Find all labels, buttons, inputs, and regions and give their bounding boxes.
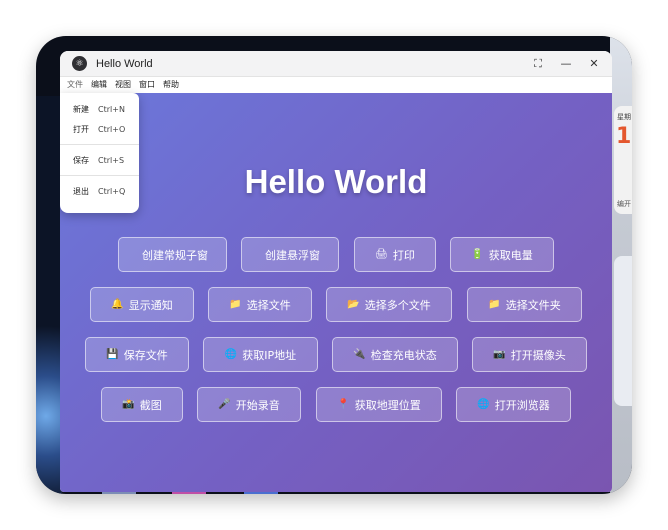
get-battery-button[interactable]: 🔋 获取电量 xyxy=(450,237,554,272)
button-label: 获取电量 xyxy=(488,248,533,262)
button-label: 获取地理位置 xyxy=(354,398,421,412)
minimize-button[interactable]: — xyxy=(552,51,580,77)
globe-icon: 🌐 xyxy=(477,399,490,410)
title-bar[interactable]: ⚛ Hello World ⛶ — ✕ xyxy=(60,51,612,77)
button-label: 获取IP地址 xyxy=(242,348,297,362)
close-icon: ✕ xyxy=(589,57,599,70)
menu-item-label: 保存 xyxy=(73,155,89,165)
menu-edit[interactable]: 编辑 xyxy=(87,78,111,92)
select-folder-button[interactable]: 📁 选择文件夹 xyxy=(467,287,582,322)
plug-icon: 🔌 xyxy=(353,349,366,360)
calendar-widget-footer: 编开 xyxy=(617,200,631,208)
menu-item-label: 打开 xyxy=(73,124,89,134)
restore-icon: ⛶ xyxy=(534,56,542,70)
window-title: Hello World xyxy=(96,57,153,70)
menu-item-shortcut: Ctrl+N xyxy=(98,104,125,114)
camera-flash-icon: 📸 xyxy=(122,399,135,410)
main-content: Hello World 创建常规子窗 创建悬浮窗 🖨 打印 🔋 获取电量 🔔 显… xyxy=(60,93,612,492)
menu-bar: 文件 编辑 视图 窗口 帮助 xyxy=(60,77,612,93)
button-label: 创建悬浮窗 xyxy=(265,248,320,262)
bell-icon: 🔔 xyxy=(111,299,124,310)
menu-item-shortcut: Ctrl+Q xyxy=(98,186,126,196)
button-label: 创建常规子窗 xyxy=(142,248,208,262)
app-window: ⚛ Hello World ⛶ — ✕ 文件 编辑 视图 窗口 帮助 Hello… xyxy=(60,51,612,492)
screenshot-button[interactable]: 📸 截图 xyxy=(101,387,183,422)
button-label: 选择文件夹 xyxy=(505,298,561,312)
button-label: 选择多个文件 xyxy=(364,298,431,312)
button-label: 显示通知 xyxy=(128,298,173,312)
restore-button[interactable]: ⛶ xyxy=(524,51,552,77)
folder-icon: 📁 xyxy=(229,299,242,310)
calendar-widget-label: 星期 xyxy=(617,113,631,121)
save-file-button[interactable]: 💾 保存文件 xyxy=(85,337,189,372)
button-label: 保存文件 xyxy=(123,348,168,362)
open-camera-button[interactable]: 📷 打开摄像头 xyxy=(472,337,587,372)
floppy-disk-icon: 💾 xyxy=(106,349,119,360)
button-label: 选择文件 xyxy=(246,298,291,312)
menu-item-quit[interactable]: 退出 Ctrl+Q xyxy=(60,181,139,201)
button-label: 打开浏览器 xyxy=(494,398,550,412)
menu-item-open[interactable]: 打开 Ctrl+O xyxy=(60,119,139,139)
desktop-wallpaper xyxy=(36,96,62,494)
pin-icon: 📍 xyxy=(337,399,350,410)
button-label: 打开摄像头 xyxy=(510,348,566,362)
file-menu-dropdown: 新建 Ctrl+N 打开 Ctrl+O 保存 Ctrl+S 退出 Ctrl+Q xyxy=(60,93,139,213)
menu-separator xyxy=(60,175,139,176)
button-label: 检查充电状态 xyxy=(370,348,437,362)
menu-window[interactable]: 窗口 xyxy=(135,78,159,92)
button-label: 开始录音 xyxy=(235,398,280,412)
electron-icon: ⚛ xyxy=(72,56,87,71)
menu-item-label: 新建 xyxy=(73,104,89,114)
globe-icon: 🌐 xyxy=(224,349,238,360)
open-browser-button[interactable]: 🌐 打开浏览器 xyxy=(456,387,571,422)
button-label: 打印 xyxy=(392,248,415,262)
menu-view[interactable]: 视图 xyxy=(111,78,135,92)
menu-item-new[interactable]: 新建 Ctrl+N xyxy=(60,99,139,119)
menu-item-save[interactable]: 保存 Ctrl+S xyxy=(60,150,139,170)
menu-help[interactable]: 帮助 xyxy=(159,78,183,92)
create-floating-window-button[interactable]: 创建悬浮窗 xyxy=(241,237,339,272)
menu-separator xyxy=(60,144,139,145)
camera-icon: 📷 xyxy=(493,349,506,360)
get-location-button[interactable]: 📍 获取地理位置 xyxy=(316,387,442,422)
button-label: 截图 xyxy=(139,398,162,412)
create-child-window-button[interactable]: 创建常规子窗 xyxy=(118,237,227,272)
menu-item-shortcut: Ctrl+S xyxy=(98,155,125,165)
select-multiple-files-button[interactable]: 📂 选择多个文件 xyxy=(326,287,452,322)
desktop-widget[interactable] xyxy=(614,256,632,406)
show-notification-button[interactable]: 🔔 显示通知 xyxy=(90,287,194,322)
printer-icon: 🖨 xyxy=(375,249,388,260)
calendar-widget[interactable]: 星期 1 编开 xyxy=(614,106,632,214)
start-recording-button[interactable]: 🎤 开始录音 xyxy=(197,387,301,422)
menu-item-shortcut: Ctrl+O xyxy=(98,124,126,134)
print-button[interactable]: 🖨 打印 xyxy=(354,237,436,272)
menu-file[interactable]: 文件 xyxy=(63,78,87,92)
device-frame: 星期 1 编开 ⚛ Hello World ⛶ — ✕ 文件 编辑 视图 窗口 … xyxy=(36,36,632,494)
page-title: Hello World xyxy=(244,163,428,200)
calendar-widget-number: 1 xyxy=(616,124,632,149)
open-folder-icon: 📂 xyxy=(347,299,360,310)
get-ip-address-button[interactable]: 🌐 获取IP地址 xyxy=(203,337,318,372)
microphone-icon: 🎤 xyxy=(218,399,231,410)
menu-item-label: 退出 xyxy=(73,186,89,196)
select-file-button[interactable]: 📁 选择文件 xyxy=(208,287,312,322)
battery-icon: 🔋 xyxy=(471,249,484,260)
minimize-icon: — xyxy=(560,57,572,70)
check-charging-button[interactable]: 🔌 检查充电状态 xyxy=(332,337,458,372)
folder-icon: 📁 xyxy=(488,299,501,310)
close-button[interactable]: ✕ xyxy=(580,51,608,77)
